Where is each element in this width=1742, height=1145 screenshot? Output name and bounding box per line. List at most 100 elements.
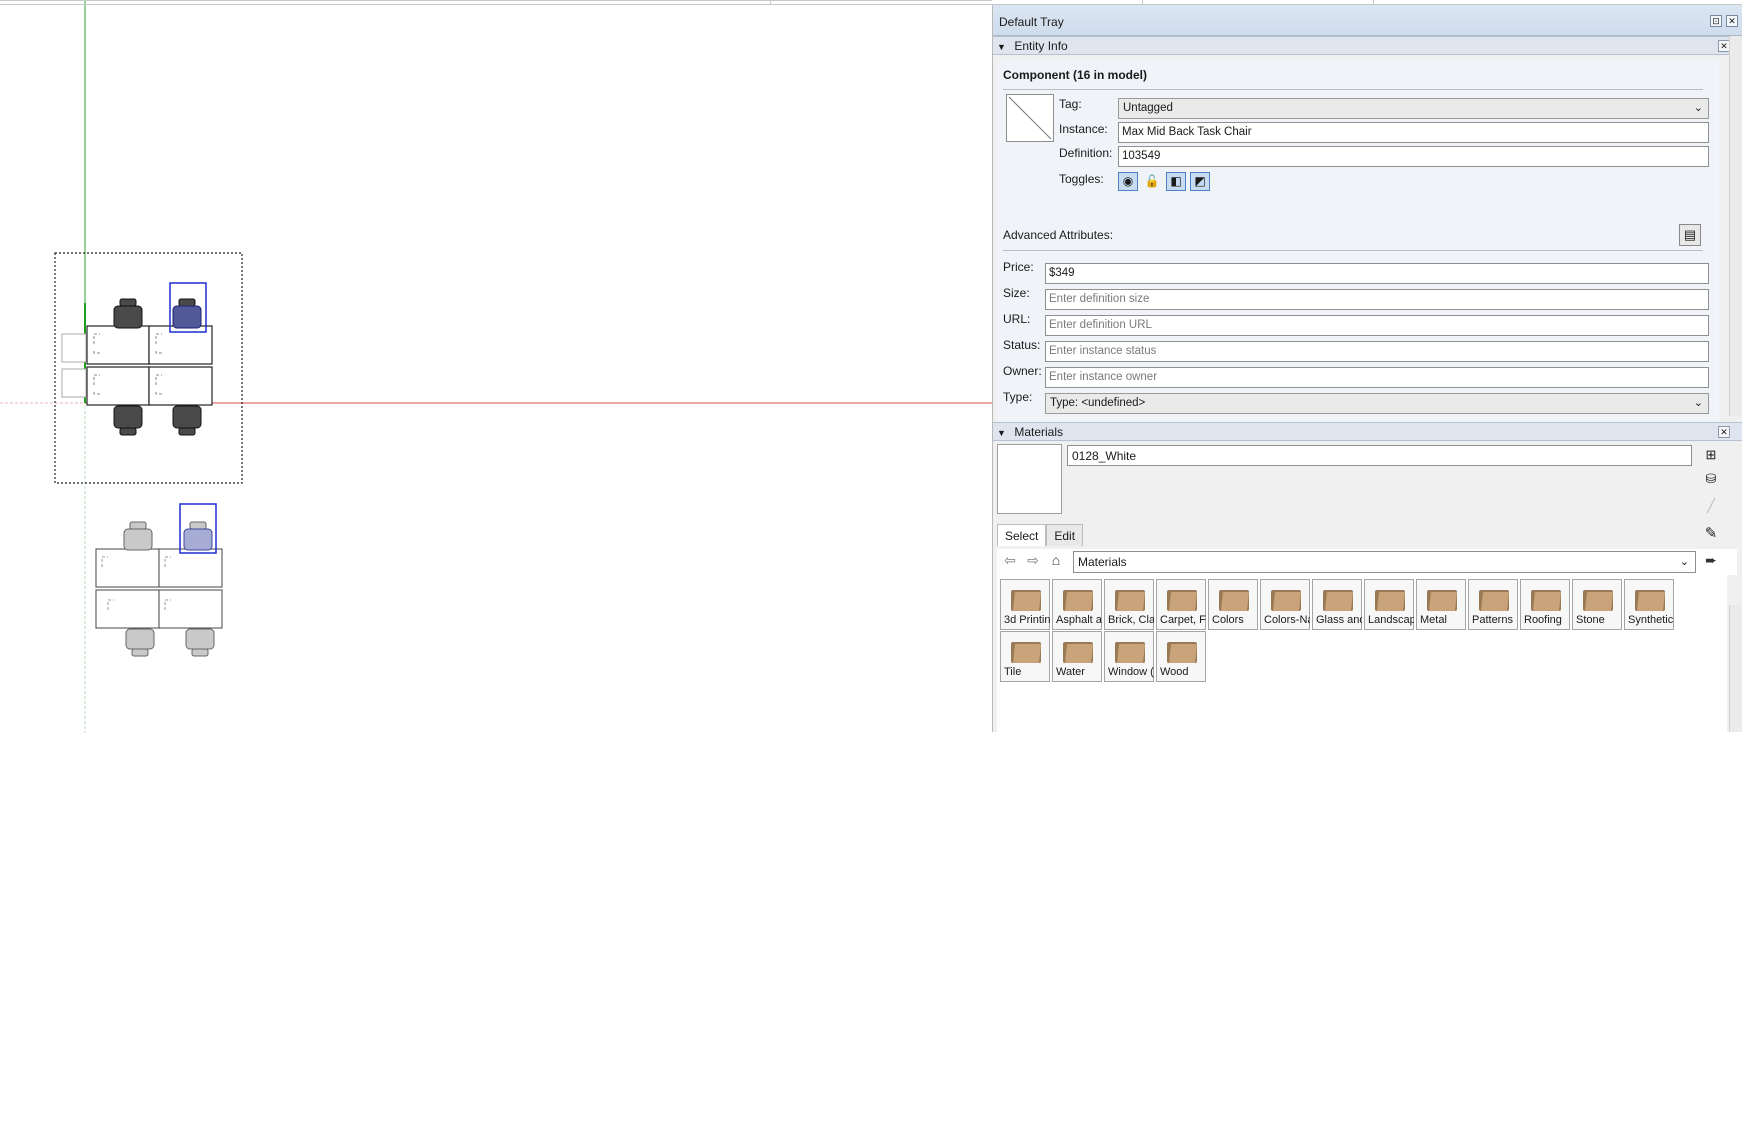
model-viewport[interactable] [0, 0, 992, 733]
model-canvas[interactable] [0, 1, 992, 733]
material-folder-item[interactable]: Wood [1156, 631, 1206, 682]
folder-icon [1531, 588, 1561, 611]
desk [86, 325, 150, 365]
material-folder-item[interactable]: Window ( [1104, 631, 1154, 682]
create-material-icon[interactable]: ⊞ [1702, 447, 1720, 465]
close-icon[interactable]: ✕ [1726, 15, 1738, 27]
material-folder-item[interactable]: Carpet, F [1156, 579, 1206, 630]
material-folder-item[interactable]: Patterns [1468, 579, 1518, 630]
file-cabinet [61, 368, 87, 398]
size-field[interactable]: Enter definition size [1045, 289, 1709, 310]
tab-edit[interactable]: Edit [1046, 524, 1084, 546]
material-folder-item[interactable]: Colors [1208, 579, 1258, 630]
materials-header[interactable]: ▼ Materials ✕ [993, 422, 1742, 441]
default-material-icon[interactable]: ╱ [1702, 498, 1720, 516]
material-folder-label: Glass and [1316, 614, 1362, 626]
material-folder-item[interactable]: Stone [1572, 579, 1622, 630]
entity-info-header[interactable]: ▼ Entity Info ✕ [993, 36, 1742, 55]
type-select[interactable]: Type: <undefined> ⌄ [1045, 393, 1709, 414]
material-folder-label: Synthetic [1628, 614, 1674, 626]
instance-field[interactable]: Max Mid Back Task Chair [1118, 122, 1709, 143]
tray-title: Default Tray [999, 15, 1064, 29]
material-folder-label: Wood [1160, 666, 1189, 678]
collapse-triangle-icon[interactable]: ▼ [997, 42, 1011, 52]
material-folder-label: Metal [1420, 614, 1447, 626]
material-folder-label: Stone [1576, 614, 1605, 626]
material-folder-item[interactable]: Asphalt a [1052, 579, 1102, 630]
home-icon[interactable]: ⌂ [1047, 552, 1065, 570]
materials-title: Materials [1014, 425, 1064, 439]
tag-select[interactable]: Untagged ⌄ [1118, 98, 1709, 119]
material-folder-label: Brick, Cla [1108, 614, 1154, 626]
instance-label: Instance: [1059, 122, 1108, 136]
material-folder-label: Roofing [1524, 614, 1562, 626]
add-to-model-icon[interactable]: ⛁ [1702, 471, 1720, 489]
material-folder-item[interactable]: Synthetic [1624, 579, 1674, 630]
divider [1003, 250, 1703, 251]
entity-heading: Component (16 in model) [1003, 68, 1147, 82]
owner-label: Owner: [1003, 364, 1042, 378]
chevron-down-icon: ⌄ [1693, 397, 1703, 409]
pin-icon[interactable]: ⊡ [1710, 15, 1722, 27]
material-folder-label: Carpet, F [1160, 614, 1206, 626]
material-folder-label: Window ( [1108, 666, 1154, 678]
library-select[interactable]: Materials ⌄ [1073, 551, 1696, 573]
advanced-attributes-toggle-icon[interactable]: ▤ [1679, 224, 1701, 246]
collapse-triangle-icon[interactable]: ▼ [997, 428, 1011, 438]
chevron-down-icon: ⌄ [1679, 556, 1689, 568]
tag-label: Tag: [1059, 97, 1082, 111]
folder-icon [1635, 588, 1665, 611]
toggles-label: Toggles: [1059, 172, 1104, 186]
folder-icon [1011, 588, 1041, 611]
materials-scrollbar[interactable] [1729, 605, 1742, 732]
material-folder-item[interactable]: Glass and [1312, 579, 1362, 630]
folder-icon [1323, 588, 1353, 611]
eye-icon[interactable]: ◉ [1118, 172, 1138, 191]
material-folder-item[interactable]: Brick, Cla [1104, 579, 1154, 630]
folder-icon [1167, 588, 1197, 611]
library-value: Materials [1078, 555, 1127, 569]
component-thumbnail [1006, 94, 1054, 142]
material-folder-item[interactable]: Metal [1416, 579, 1466, 630]
entity-info-title: Entity Info [1014, 39, 1068, 53]
material-sample-swatch[interactable] [997, 444, 1062, 514]
folder-icon [1011, 640, 1041, 663]
material-folder-item[interactable]: Water [1052, 631, 1102, 682]
unlock-icon[interactable]: 🔓 [1142, 172, 1162, 191]
status-label: Status: [1003, 338, 1041, 352]
folder-icon [1427, 588, 1457, 611]
entity-info-panel: Component (16 in model) Tag: Untagged ⌄ … [997, 60, 1719, 428]
material-folder-label: Asphalt a [1056, 614, 1102, 626]
tab-select[interactable]: Select [997, 524, 1047, 546]
folder-icon [1063, 588, 1093, 611]
folder-icon [1115, 588, 1145, 611]
material-folder-label: 3d Printin [1004, 614, 1050, 626]
url-field[interactable]: Enter definition URL [1045, 315, 1709, 336]
desk [86, 366, 150, 406]
panel-close-icon[interactable]: ✕ [1718, 426, 1730, 438]
material-name-field[interactable]: 0128_White [1067, 445, 1692, 466]
definition-field[interactable]: 103549 [1118, 146, 1709, 167]
price-field[interactable]: $349 [1045, 263, 1709, 284]
material-folder-item[interactable]: 3d Printin [1000, 579, 1050, 630]
folder-icon [1167, 640, 1197, 663]
sample-paint-icon[interactable]: ✎ [1702, 524, 1720, 542]
material-folder-item[interactable]: Tile [1000, 631, 1050, 682]
material-folder-item[interactable]: Roofing [1520, 579, 1570, 630]
owner-field[interactable]: Enter instance owner [1045, 367, 1709, 388]
file-cabinet [61, 333, 87, 363]
back-arrow-icon[interactable]: ⇦ [1001, 552, 1019, 570]
tray-scrollbar[interactable] [1729, 36, 1742, 416]
material-folder-item[interactable]: Colors-Na [1260, 579, 1310, 630]
status-field[interactable]: Enter instance status [1045, 341, 1709, 362]
folder-icon [1583, 588, 1613, 611]
details-menu-icon[interactable]: ➨ [1702, 552, 1720, 570]
receive-shadows-icon[interactable]: ◧ [1166, 172, 1186, 191]
materials-grid: 3d Printin Asphalt a Brick, Cla Carpet, F Co… [997, 575, 1727, 1145]
type-label: Type: [1003, 390, 1033, 404]
material-folder-item[interactable]: Landscap [1364, 579, 1414, 630]
forward-arrow-icon[interactable]: ⇨ [1024, 552, 1042, 570]
material-folder-label: Colors-Na [1264, 614, 1310, 626]
cast-shadows-icon[interactable]: ◩ [1190, 172, 1210, 191]
size-label: Size: [1003, 286, 1030, 300]
